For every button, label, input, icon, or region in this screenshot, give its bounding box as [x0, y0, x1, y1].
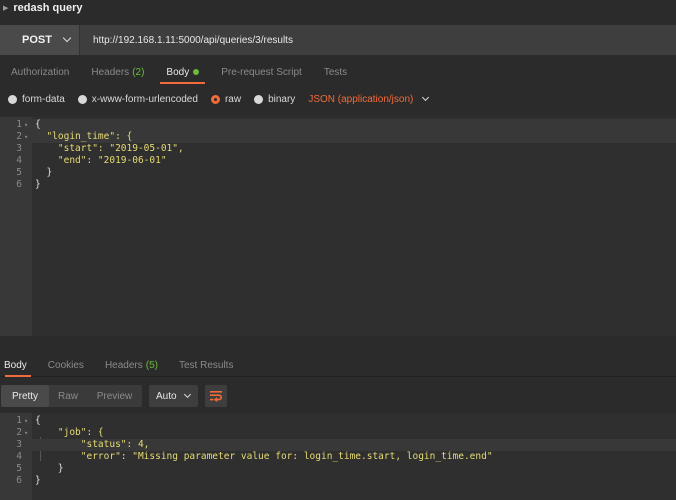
response-tabs: Body Cookies Headers (5) Test Results: [0, 353, 676, 377]
tab-label: Headers: [91, 66, 130, 78]
radio-form-data[interactable]: form-data: [8, 94, 65, 105]
tab-tests[interactable]: Tests: [313, 60, 358, 84]
status-dot-icon: [193, 69, 200, 75]
option-label: form-data: [22, 93, 65, 105]
view-pretty-button[interactable]: Pretty: [1, 385, 49, 407]
code-line: 5 }: [0, 463, 676, 475]
chevron-down-icon: [62, 33, 72, 43]
chevron-down-icon: [422, 93, 430, 101]
code-line: 2 ▾ "login_time": {: [0, 131, 676, 143]
line-number: 4: [16, 451, 22, 462]
tab-response-headers[interactable]: Headers (5): [101, 353, 167, 377]
code-line: 1 ▾ {: [0, 119, 676, 131]
line-number: 5: [16, 463, 22, 474]
fold-arrow-icon[interactable]: ▾: [24, 415, 28, 427]
radio-raw[interactable]: raw: [210, 93, 242, 105]
option-label: binary: [268, 93, 296, 105]
tab-label: Pre-request Script: [221, 66, 302, 78]
tab-cookies[interactable]: Cookies: [44, 353, 93, 377]
line-number: 4: [16, 155, 22, 166]
code-line: 6}: [0, 179, 676, 191]
code-text: {: [35, 119, 41, 130]
tab-label: Authorization: [11, 66, 70, 78]
method-select[interactable]: POST: [0, 25, 80, 55]
request-body-editor[interactable]: 1 ▾ { 2 ▾ "login_time": { 3 "start": "2019-…: [0, 117, 676, 336]
code-text: }: [35, 179, 41, 190]
url-bar: POST http://192.168.1.11:5000/api/querie…: [0, 25, 676, 55]
fold-arrow-icon[interactable]: ▾: [24, 427, 28, 439]
format-select[interactable]: Auto: [149, 385, 198, 407]
radio-icon: [77, 94, 87, 104]
tab-pre-request-script[interactable]: Pre-request Script: [210, 60, 313, 84]
code-line: 1 ▾ {: [0, 415, 676, 427]
tab-test-results[interactable]: Test Results: [175, 353, 242, 377]
radio-icon: [254, 94, 264, 104]
tab-label: Tests: [323, 66, 348, 78]
wrap-lines-icon: [210, 391, 222, 402]
response-body-viewer[interactable]: 1 ▾ { 2 ▾ "job": { 3 "status": 4, 4 "error"…: [0, 413, 676, 500]
radio-selected-icon: [210, 94, 220, 104]
request-name: redash query: [13, 2, 83, 14]
content-type-select[interactable]: JSON (application/json): [308, 93, 430, 105]
radio-binary[interactable]: binary: [254, 94, 295, 105]
tab-authorization[interactable]: Authorization: [0, 60, 80, 84]
line-number: 3: [16, 439, 22, 450]
line-number: 5: [16, 167, 22, 178]
code-line: 4 "end": "2019-06-01": [0, 155, 676, 167]
line-number: 6: [16, 179, 22, 190]
format-label: Auto: [156, 390, 177, 402]
headers-count: (2): [132, 66, 145, 78]
content-type-label: JSON (application/json): [308, 93, 414, 105]
line-number: 1: [16, 119, 22, 130]
line-number: 6: [16, 475, 22, 486]
url-input[interactable]: http://192.168.1.11:5000/api/queries/3/r…: [80, 35, 293, 46]
code-text: "end": "2019-06-01": [35, 155, 167, 166]
caret-right-icon[interactable]: ▶: [3, 4, 8, 12]
line-number: 2: [16, 427, 22, 438]
option-label: raw: [224, 93, 242, 105]
fold-arrow-icon[interactable]: ▾: [24, 119, 28, 131]
tab-label: Body: [166, 66, 190, 78]
radio-x-www-form-urlencoded[interactable]: x-www-form-urlencoded: [77, 93, 198, 105]
code-text: {: [35, 415, 41, 426]
tab-body[interactable]: Body: [155, 60, 210, 84]
tab-label: Headers: [104, 359, 143, 371]
line-number: 1: [16, 415, 22, 426]
fold-arrow-icon[interactable]: ▾: [24, 131, 28, 143]
code-text: "status": 4,: [35, 439, 150, 450]
collection-title-bar[interactable]: ▶ redash query: [0, 0, 676, 16]
tab-label: Body: [4, 359, 27, 371]
code-text: "login_time": {: [35, 131, 133, 142]
chevron-down-icon: [183, 390, 191, 398]
tab-label: Test Results: [178, 359, 234, 371]
request-tabs: Authorization Headers (2) Body Pre-reques…: [0, 60, 676, 84]
wrap-lines-button[interactable]: [205, 385, 227, 407]
view-preview-button[interactable]: Preview: [87, 385, 142, 407]
code-line: 6}: [0, 475, 676, 487]
tab-headers[interactable]: Headers (2): [80, 60, 155, 84]
tab-response-body[interactable]: Body: [0, 353, 36, 377]
line-number: 2: [16, 131, 22, 142]
option-label: x-www-form-urlencoded: [91, 93, 198, 105]
code-text: "job": {: [35, 427, 104, 438]
line-number: 3: [16, 143, 22, 154]
code-text: "error": "Missing parameter value for: l…: [35, 451, 493, 462]
code-text: "start": "2019-05-01",: [35, 143, 184, 154]
code-line: 3 "status": 4,: [0, 439, 676, 451]
view-raw-button[interactable]: Raw: [49, 385, 87, 407]
code-line: 3 "start": "2019-05-01",: [0, 143, 676, 155]
method-label: POST: [22, 34, 52, 46]
headers-count: (5): [145, 359, 158, 371]
code-text: }: [35, 167, 53, 178]
view-mode-toggle: Pretty Raw Preview: [1, 385, 142, 407]
radio-icon: [8, 94, 17, 104]
code-text: }: [35, 475, 41, 486]
code-line: 5 }: [0, 167, 676, 179]
code-text: }: [35, 463, 64, 474]
body-type-options: form-data x-www-form-urlencoded raw bina…: [0, 90, 676, 108]
code-line: 2 ▾ "job": {: [0, 427, 676, 439]
code-line: 4 "error": "Missing parameter value for:…: [0, 451, 676, 463]
tab-label: Cookies: [47, 359, 84, 371]
response-view-toolbar: Pretty Raw Preview Auto: [0, 384, 227, 408]
